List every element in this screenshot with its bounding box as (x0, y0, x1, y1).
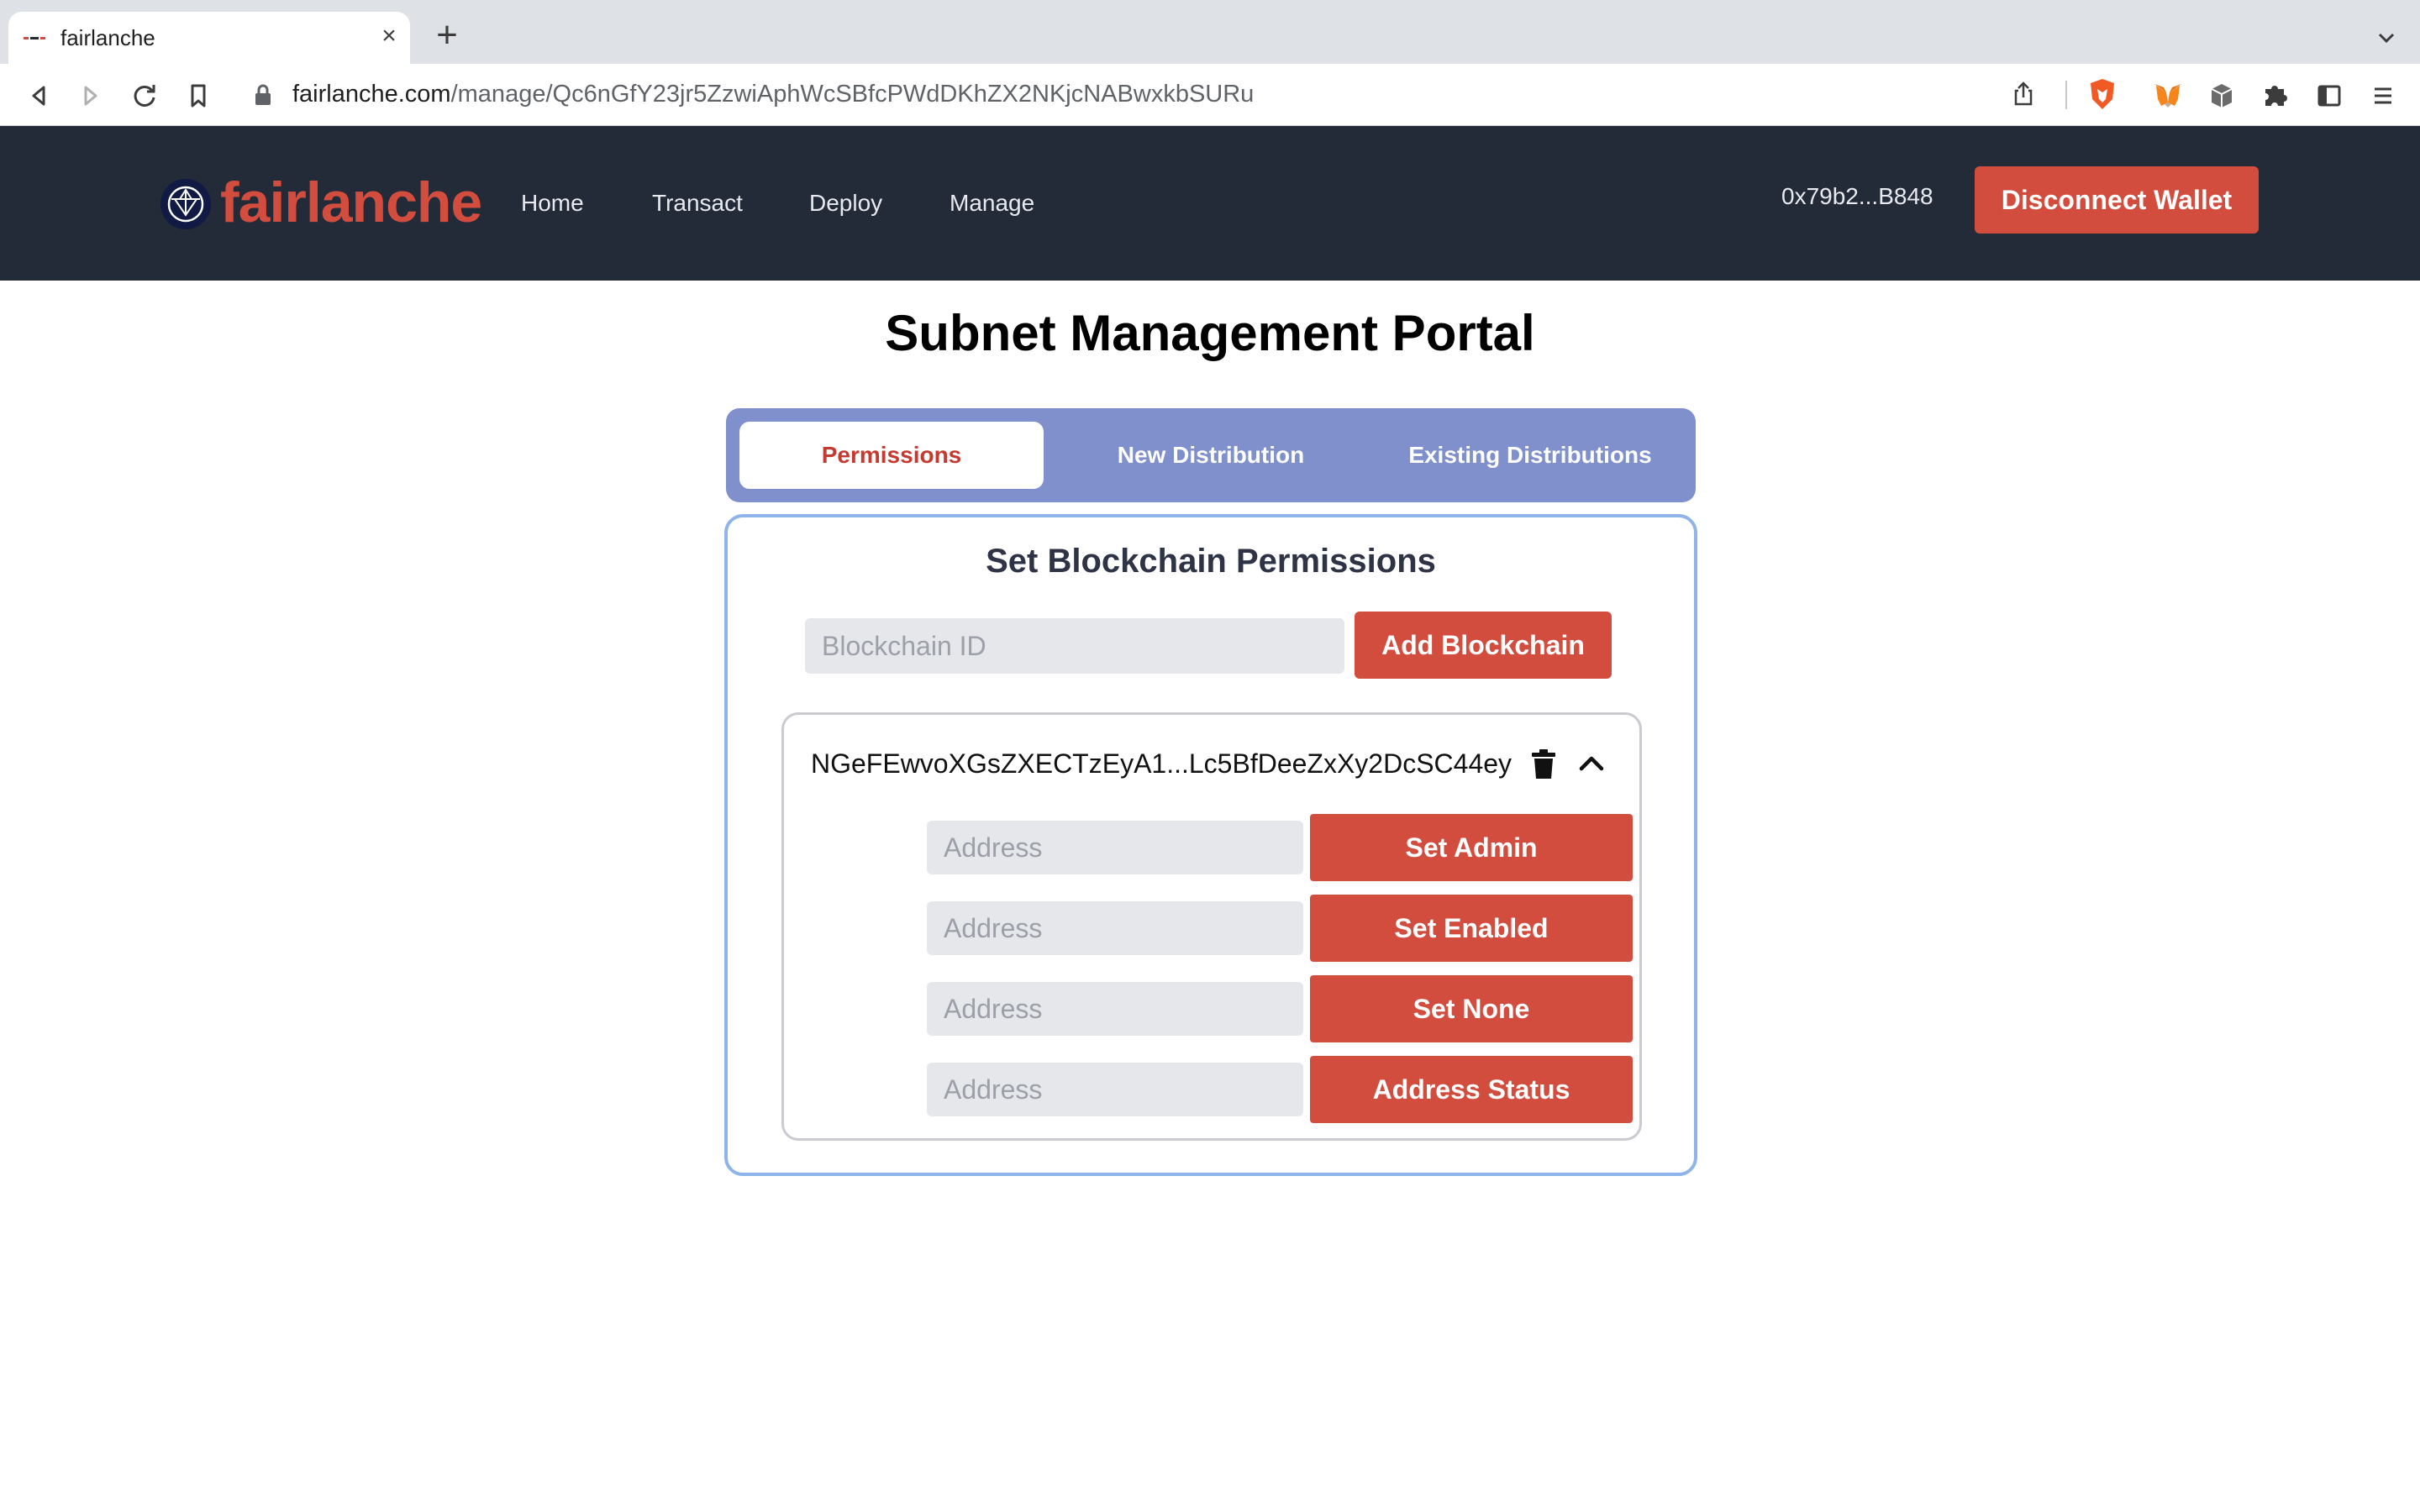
browser-tabstrip: fairlanche × + (0, 0, 2420, 64)
favicon-icon (24, 34, 45, 44)
bookmark-icon[interactable] (180, 77, 217, 114)
forward-icon[interactable] (72, 77, 109, 114)
tab-title: fairlanche (60, 25, 155, 50)
new-tab-icon[interactable]: + (430, 17, 464, 54)
address-input[interactable]: Address (927, 1063, 1303, 1116)
site-header: fairlanche Home Transact Deploy Manage 0… (0, 126, 2420, 281)
permission-row: Address Set Enabled (784, 895, 1639, 962)
set-none-button[interactable]: Set None (1310, 975, 1633, 1042)
url-text[interactable]: fairlanche.com/manage/Qc6nGfY23jr5ZzwiAp… (292, 81, 1254, 108)
portal-tabs: Permissions New Distribution Existing Di… (726, 408, 1696, 502)
address-input[interactable]: Address (927, 821, 1303, 874)
tab-permissions[interactable]: Permissions (739, 422, 1044, 489)
address-input[interactable]: Address (927, 901, 1303, 955)
logo-icon (160, 178, 212, 230)
nav-home[interactable]: Home (521, 190, 584, 217)
sidebar-icon[interactable] (2311, 77, 2348, 114)
permission-row: Address Set Admin (784, 814, 1639, 881)
nav-manage[interactable]: Manage (950, 190, 1034, 217)
blockchain-card: NGeFEwvoXGsZXECTzEyA1...Lc5BfDeeZxXy2DcS… (781, 712, 1642, 1141)
puzzle-extensions-icon[interactable] (2257, 77, 2294, 114)
nav-deploy[interactable]: Deploy (809, 190, 882, 217)
lock-icon[interactable] (254, 84, 272, 106)
disconnect-wallet-button[interactable]: Disconnect Wallet (1975, 166, 2259, 234)
back-icon[interactable] (20, 77, 57, 114)
wallet-address: 0x79b2...B848 (1781, 183, 1933, 209)
tab-existing-distributions[interactable]: Existing Distributions (1378, 422, 1682, 489)
trash-icon[interactable] (1530, 748, 1557, 780)
address-input[interactable]: Address (927, 982, 1303, 1036)
set-enabled-button[interactable]: Set Enabled (1310, 895, 1633, 962)
browser-tab[interactable]: fairlanche × (8, 12, 410, 64)
logo-text: fairlanche (220, 171, 482, 234)
address-status-button[interactable]: Address Status (1310, 1056, 1633, 1123)
permission-row: Address Set None (784, 975, 1639, 1042)
cube-extension-icon[interactable] (2203, 77, 2240, 114)
blockchain-id: NGeFEwvoXGsZXECTzEyA1...Lc5BfDeeZxXy2DcS… (811, 748, 1512, 779)
permission-row: Address Address Status (784, 1056, 1639, 1123)
reload-icon[interactable] (126, 77, 163, 114)
chevron-up-icon[interactable] (1577, 752, 1606, 774)
set-admin-button[interactable]: Set Admin (1310, 814, 1633, 881)
page-title: Subnet Management Portal (885, 305, 1535, 361)
menu-icon[interactable] (2365, 77, 2402, 114)
omnibox-divider (2065, 81, 2067, 109)
share-icon[interactable] (2007, 77, 2040, 111)
permissions-panel: Set Blockchain Permissions Blockchain ID… (724, 514, 1697, 1176)
address-bar[interactable]: fairlanche.com/manage/Qc6nGfY23jr5ZzwiAp… (237, 71, 2133, 119)
brave-shield-icon[interactable] (2084, 76, 2121, 113)
panel-title: Set Blockchain Permissions (986, 543, 1436, 580)
chevron-down-icon[interactable] (2370, 22, 2403, 55)
browser-toolbar: fairlanche.com/manage/Qc6nGfY23jr5ZzwiAp… (0, 64, 2420, 126)
blockchain-id-input[interactable]: Blockchain ID (805, 618, 1344, 674)
close-icon[interactable]: × (375, 22, 403, 50)
add-blockchain-button[interactable]: Add Blockchain (1355, 612, 1612, 679)
nav-transact[interactable]: Transact (652, 190, 743, 217)
tab-new-distribution[interactable]: New Distribution (1059, 422, 1363, 489)
metamask-icon[interactable] (2149, 77, 2186, 114)
